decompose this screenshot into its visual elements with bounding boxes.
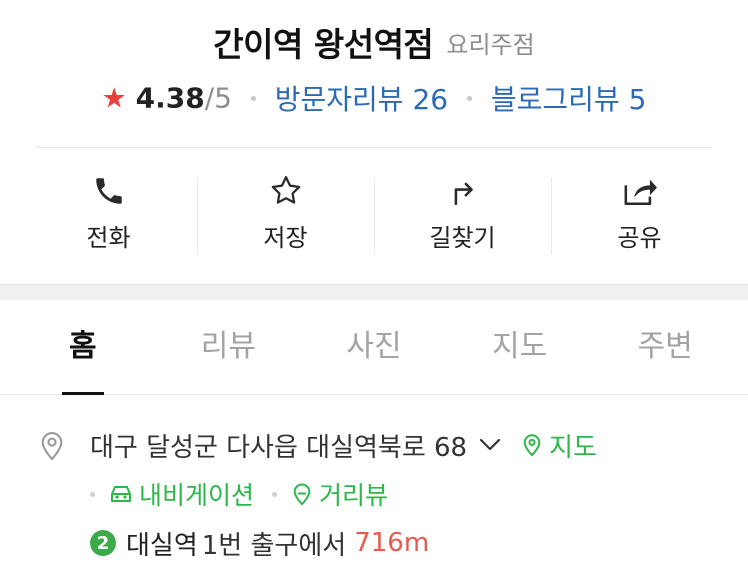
tab-reviews[interactable]: 리뷰 xyxy=(156,300,302,394)
tab-nearby[interactable]: 주변 xyxy=(592,300,738,394)
share-button[interactable]: 공유 xyxy=(551,166,728,266)
tab-bar: 홈 리뷰 사진 지도 주변 xyxy=(0,300,748,395)
title-row: 간이역 왕선역점 요리주점 xyxy=(0,18,748,66)
phone-icon xyxy=(20,166,197,214)
separator-dot xyxy=(250,95,256,101)
directions-label: 길찾기 xyxy=(429,224,496,252)
rating-max: /5 xyxy=(204,81,232,115)
distance-text: 716m xyxy=(354,528,430,558)
street-view-icon xyxy=(293,483,311,506)
car-icon xyxy=(111,486,131,502)
navigation-label: 내비게이션 xyxy=(139,481,255,510)
star-icon: ★ xyxy=(101,81,127,115)
station-name: 대실역 xyxy=(126,530,198,561)
map-pin-icon xyxy=(523,434,541,457)
subway-line-badge: 2 xyxy=(90,530,116,556)
street-view-link[interactable]: 거리뷰 xyxy=(291,476,388,512)
save-button[interactable]: 저장 xyxy=(197,166,374,266)
visitor-reviews-link[interactable]: 방문자리뷰 26 xyxy=(275,83,448,116)
chevron-down-icon[interactable] xyxy=(479,438,501,452)
call-button[interactable]: 전화 xyxy=(20,166,197,266)
separator-dot xyxy=(90,491,95,497)
map-link[interactable]: 지도 xyxy=(521,427,597,464)
street-view-label: 거리뷰 xyxy=(319,481,389,510)
place-category: 요리주점 xyxy=(446,30,535,59)
tab-photos[interactable]: 사진 xyxy=(301,300,447,394)
navigation-row: 내비게이션 거리뷰 xyxy=(36,472,726,516)
blog-reviews-link[interactable]: 블로그리뷰 5 xyxy=(491,83,647,116)
divider xyxy=(36,147,712,148)
star-outline-icon xyxy=(197,166,374,214)
map-link-label: 지도 xyxy=(549,432,597,463)
place-title: 간이역 왕선역점 xyxy=(213,25,434,64)
call-label: 전화 xyxy=(86,224,131,252)
subway-row: 2 대실역 1번 출구에서 716m xyxy=(36,516,726,570)
place-info: 대구 달성군 다사읍 대실역북로 68 지도 내비게이션 거리뷰 2 대실역 1… xyxy=(36,418,726,570)
save-label: 저장 xyxy=(263,224,308,252)
rating-score: 4.38 xyxy=(135,81,205,115)
navigation-link[interactable]: 내비게이션 xyxy=(109,476,254,512)
share-label: 공유 xyxy=(617,224,662,252)
tab-map[interactable]: 지도 xyxy=(447,300,593,394)
rating-row: ★ 4.38/5 방문자리뷰 26 블로그리뷰 5 xyxy=(0,78,748,118)
action-bar: 전화 저장 길찾기 공유 xyxy=(20,166,728,266)
directions-button[interactable]: 길찾기 xyxy=(374,166,551,266)
tab-home[interactable]: 홈 xyxy=(10,300,156,395)
section-gap xyxy=(0,284,748,300)
exit-text: 1번 출구에서 xyxy=(201,530,347,561)
directions-icon xyxy=(374,166,551,214)
separator-dot xyxy=(467,95,472,101)
address-row: 대구 달성군 다사읍 대실역북로 68 지도 xyxy=(36,418,726,472)
address-text: 대구 달성군 다사읍 대실역북로 68 xyxy=(90,432,468,463)
share-icon xyxy=(551,166,728,214)
separator-dot xyxy=(272,491,278,497)
place-header: 간이역 왕선역점 요리주점 ★ 4.38/5 방문자리뷰 26 블로그리뷰 5 xyxy=(0,0,748,148)
location-pin-icon xyxy=(36,428,68,462)
